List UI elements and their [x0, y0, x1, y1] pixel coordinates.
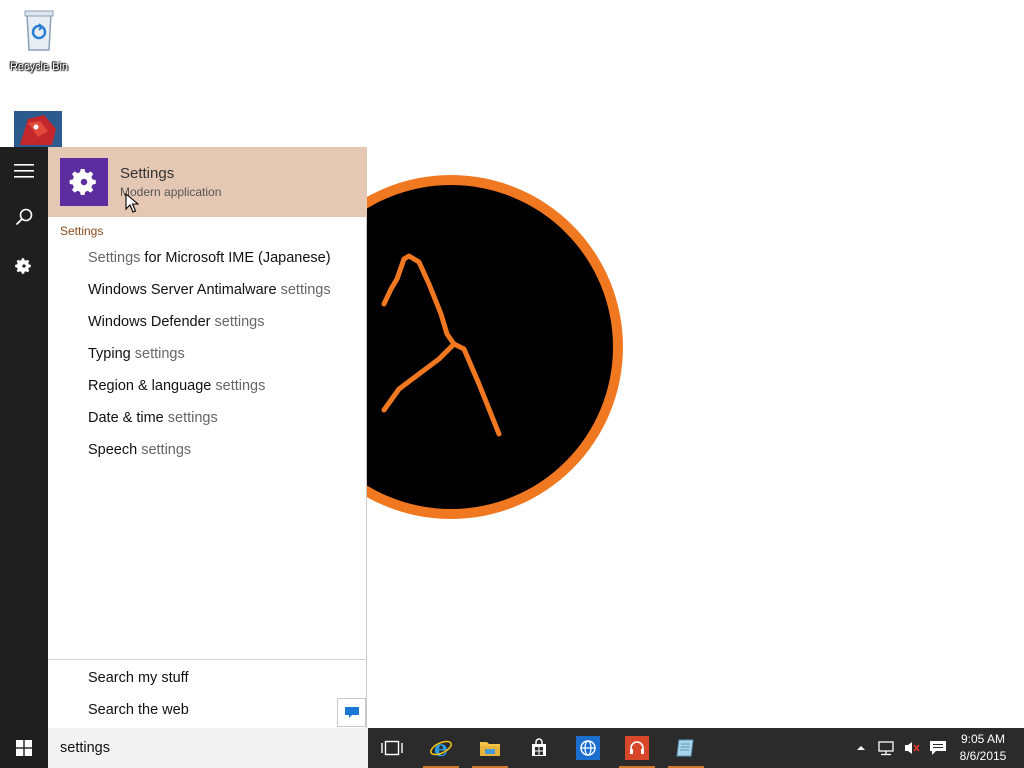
search-icon [15, 208, 33, 226]
headphones-app-button[interactable] [615, 728, 659, 768]
top-result-settings[interactable]: Settings Modern application [48, 147, 367, 217]
message-icon [930, 741, 946, 755]
mouse-cursor-icon [125, 192, 140, 218]
notepad-app-icon [676, 739, 694, 757]
taskbar: settings e 9:05 AM 8/6/2015 [0, 728, 1024, 768]
network-icon [878, 741, 894, 756]
recycle-bin-icon [24, 10, 54, 51]
result-main: Date & time [88, 410, 164, 426]
gear-icon [69, 169, 96, 195]
volume-muted-icon [905, 742, 920, 754]
recycle-bin-shortcut[interactable]: Recycle Bin [4, 8, 74, 73]
result-main: Windows Server Antimalware [88, 282, 277, 298]
taskbar-search-input[interactable]: settings [48, 728, 368, 768]
clock[interactable]: 9:05 AM 8/6/2015 [952, 731, 1014, 765]
divider [48, 659, 367, 660]
result-suffix: settings [130, 346, 185, 362]
hamburger-menu-icon [14, 164, 34, 178]
app-shortcut[interactable] [14, 111, 62, 147]
start-left-rail [0, 147, 48, 728]
result-suffix: settings [276, 282, 331, 298]
app-shortcut-icon [14, 111, 62, 147]
top-result-title: Settings [120, 165, 175, 182]
rail-settings-button[interactable] [0, 242, 48, 290]
result-item[interactable]: Speech settings [88, 442, 191, 458]
start-button[interactable] [0, 728, 48, 768]
clock-date: 8/6/2015 [959, 749, 1007, 763]
gear-icon [15, 258, 31, 274]
result-main: Settings [88, 250, 141, 266]
result-suffix: settings [137, 442, 192, 458]
show-hidden-icons-button[interactable] [852, 728, 870, 768]
windows-logo-icon [16, 740, 32, 756]
internet-explorer-button[interactable]: e [419, 728, 463, 768]
chevron-up-icon [857, 746, 865, 750]
result-suffix: settings [163, 410, 218, 426]
file-explorer-icon [480, 742, 500, 756]
result-item[interactable]: Settings for Microsoft IME (Japanese) [88, 250, 331, 266]
result-suffix: settings [211, 378, 266, 394]
globe-app-button[interactable] [566, 728, 610, 768]
feedback-icon [344, 706, 359, 718]
result-item[interactable]: Windows Server Antimalware settings [88, 282, 331, 298]
rail-search-button[interactable] [0, 193, 48, 241]
result-item[interactable]: Typing settings [88, 346, 185, 362]
search-the-web-link[interactable]: Search the web [88, 702, 189, 718]
store-icon [532, 738, 546, 756]
notepad-app-button[interactable] [664, 728, 708, 768]
task-view-icon [381, 740, 403, 756]
feedback-button[interactable] [337, 698, 366, 727]
search-results-panel: Settings Modern application Settings Set… [48, 147, 367, 728]
results-group-header: Settings [60, 224, 104, 238]
result-main: Speech [88, 442, 138, 458]
task-view-button[interactable] [370, 728, 414, 768]
result-item[interactable]: Region & language settings [88, 378, 265, 394]
result-suffix: settings [210, 314, 265, 330]
globe-app-icon [576, 736, 600, 760]
internet-explorer-icon: e [430, 736, 452, 760]
file-explorer-button[interactable] [468, 728, 512, 768]
action-center-button[interactable] [926, 728, 950, 768]
result-item[interactable]: Date & time settings [88, 410, 218, 426]
recycle-bin-label: Recycle Bin [9, 61, 69, 73]
svg-text:e: e [434, 736, 448, 760]
result-suffix: for Microsoft IME (Japanese) [140, 250, 331, 266]
result-item[interactable]: Windows Defender settings [88, 314, 265, 330]
network-button[interactable] [874, 728, 898, 768]
settings-tile [60, 158, 108, 206]
search-my-stuff-link[interactable]: Search my stuff [88, 670, 188, 686]
result-main: Typing [88, 346, 131, 362]
result-main: Windows Defender [88, 314, 211, 330]
clock-time: 9:05 AM [960, 732, 1006, 746]
store-button[interactable] [517, 728, 561, 768]
volume-button[interactable] [900, 728, 924, 768]
result-main: Region & language [88, 378, 212, 394]
headphones-app-icon [625, 736, 649, 760]
hamburger-button[interactable] [0, 147, 48, 195]
